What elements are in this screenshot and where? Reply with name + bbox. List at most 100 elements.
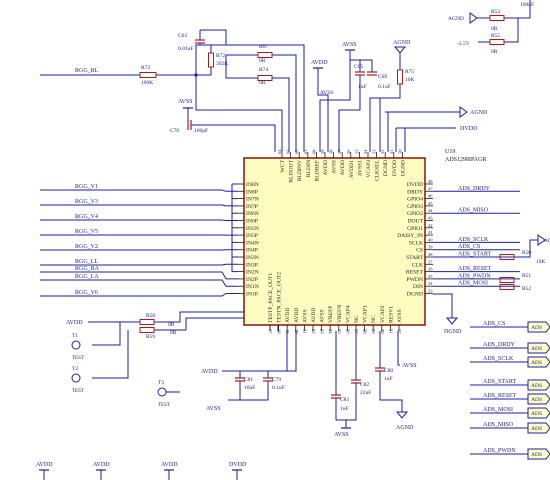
chip-pin-number-top: 50 <box>397 149 402 154</box>
net-label-right: ADS_PWDN <box>458 273 491 279</box>
port-label: ADS <box>531 426 542 432</box>
chip-pin-label-bottom: AVDD <box>285 308 291 323</box>
value-c80: 1uF <box>384 376 393 382</box>
test-point-ref: T1 <box>72 333 78 339</box>
chip-pin-number-top: 57 <box>337 149 342 154</box>
chip-pin-label-top: RLDINV <box>297 160 303 181</box>
value-c81: 10uF <box>244 385 255 391</box>
test-point[interactable] <box>71 340 81 350</box>
test-point-label: TEST <box>72 389 84 394</box>
power-label-neg25: -2.5V <box>457 41 470 47</box>
chip-pin-number-right: 42 <box>428 223 433 228</box>
net-label-right: ADS_RESET <box>458 266 492 272</box>
chip-pin-label-left: IN8N <box>246 182 259 188</box>
chip-pin-number-right: 46 <box>428 194 433 199</box>
wire <box>504 18 519 43</box>
chip-pin-number-top: 60 <box>311 149 316 154</box>
value-c83: 1uF <box>340 406 349 412</box>
chip-pin-label-left: IN1N <box>246 284 259 290</box>
ref-r53: R53 <box>491 9 500 15</box>
chip-pin-label-left: IN1P <box>246 292 258 298</box>
chip-pin-label-right: SCLK <box>409 240 423 246</box>
wire <box>92 322 121 346</box>
chip-pin-number-right: 36 <box>428 267 433 272</box>
chip-pin-number-top: 52 <box>380 150 385 155</box>
resistor-r67 <box>257 52 273 58</box>
net-label-right: ADS_START <box>458 252 491 258</box>
chip-pin-number-bottom: 17 <box>268 329 273 334</box>
chip-pin-label-right: GPIO4 <box>407 197 423 203</box>
chip-pin-number-top: 62 <box>294 150 299 155</box>
net-wire-left <box>40 204 238 207</box>
chip-pin-label-left: IN6P <box>246 219 258 225</box>
resistor-r58 <box>139 319 155 325</box>
power-label-bottom: AVDD <box>93 462 110 468</box>
chip-pin-label-right: DRDY <box>407 189 423 195</box>
net-wire-wct <box>195 75 283 152</box>
chip-pin-label-bottom: VCAP4 <box>345 305 351 323</box>
net-wire-left <box>40 279 238 287</box>
chip-pin-number-top: 64 <box>277 149 282 154</box>
ref-c80: C80 <box>384 368 393 374</box>
chip-pin-label-left: IN5N <box>246 226 259 232</box>
capacitor-c69 <box>367 71 377 76</box>
chip-pin-number-bottom: 21 <box>302 329 307 334</box>
wire <box>222 331 297 372</box>
test-point[interactable] <box>71 373 81 383</box>
test-point-ref: T3 <box>158 380 164 386</box>
ref-r55: R55 <box>491 33 500 39</box>
net-wire-left <box>40 293 238 297</box>
chip-pin-label-top: AVDD1 <box>349 160 355 178</box>
power-label-avss-right: AVSS <box>402 363 417 369</box>
ref-r52: R52 <box>522 286 531 292</box>
value-r50: 10K <box>536 259 546 265</box>
chip-pin-label-left: IN4P <box>246 248 258 254</box>
chip-pin-number-bottom: 26 <box>345 329 350 334</box>
ref-c81: C81 <box>244 377 253 383</box>
chip-pin-label-right: GPIO3 <box>407 204 423 210</box>
value-r74: 0R <box>259 80 266 86</box>
wire <box>196 67 212 76</box>
chip-pin-label-top: WCT <box>280 159 286 172</box>
chip-pin-label-right: GPIO2 <box>407 211 423 217</box>
wire <box>92 330 129 379</box>
chip-pin-label-left: IN4N <box>246 240 259 246</box>
chip-ref: U19 <box>445 149 455 155</box>
chip-pin-label-bottom: VCAP2 <box>380 305 386 323</box>
test-point-label: TEST <box>72 356 84 361</box>
chip-pin-label-bottom: VCAP1 <box>363 305 369 323</box>
chip-pin-label-left: IN7P <box>246 204 258 210</box>
chip-pin-label-top: DGND <box>400 160 406 176</box>
chip-pin-label-bottom: AVSS <box>397 309 403 323</box>
chip-pin-number-bottom: 19 <box>285 329 290 334</box>
power-label-bottom: AVDD <box>36 462 53 468</box>
schematic: U19ADS1298IPAGRIN8NIN8PIN7NIN7PIN6NIN6PI… <box>36 0 550 480</box>
chip-pin-label-bottom: AVSS <box>320 309 326 323</box>
chip-pin-number-bottom: 32 <box>397 329 402 334</box>
port-label: ADS <box>531 452 542 458</box>
chip-pin-label-top: AVSS <box>332 160 338 174</box>
chip-pin-label-left: IN3N <box>246 255 259 261</box>
net-label-left: RGG_V3 <box>75 199 98 205</box>
ref-c83: C83 <box>340 397 349 403</box>
power-label-agnd-top: AGND <box>393 40 411 46</box>
value-r53: 0R <box>491 26 498 32</box>
chip-pin-number-bottom: 29 <box>371 329 376 334</box>
ref-r59: R59 <box>146 334 155 340</box>
test-point[interactable] <box>157 387 167 397</box>
chip-pin-number-right: 45 <box>428 201 433 206</box>
chip-pin-label-top: CLKSEL <box>375 159 381 181</box>
chip-pin-number-right: 35 <box>428 274 433 279</box>
chip-pin-number-top: 54 <box>363 149 368 154</box>
net-wire-left <box>40 263 238 266</box>
net-label-left: RGG_V1 <box>75 184 98 190</box>
power-label-avss-top: AVSS <box>342 42 357 48</box>
power-label-avdd-left: AVDD <box>66 320 83 326</box>
value-c65: 1uF <box>358 84 367 90</box>
ref-c70: C70 <box>170 128 179 134</box>
chip-pin-number-right: 41 <box>428 230 433 235</box>
chip-pin-label-left: IN3P <box>246 262 258 268</box>
chip-pin-number-right: 39 <box>428 245 433 250</box>
chip-pin-number-right: 47 <box>428 186 433 191</box>
net-label-left: RGG_V5 <box>75 229 98 235</box>
